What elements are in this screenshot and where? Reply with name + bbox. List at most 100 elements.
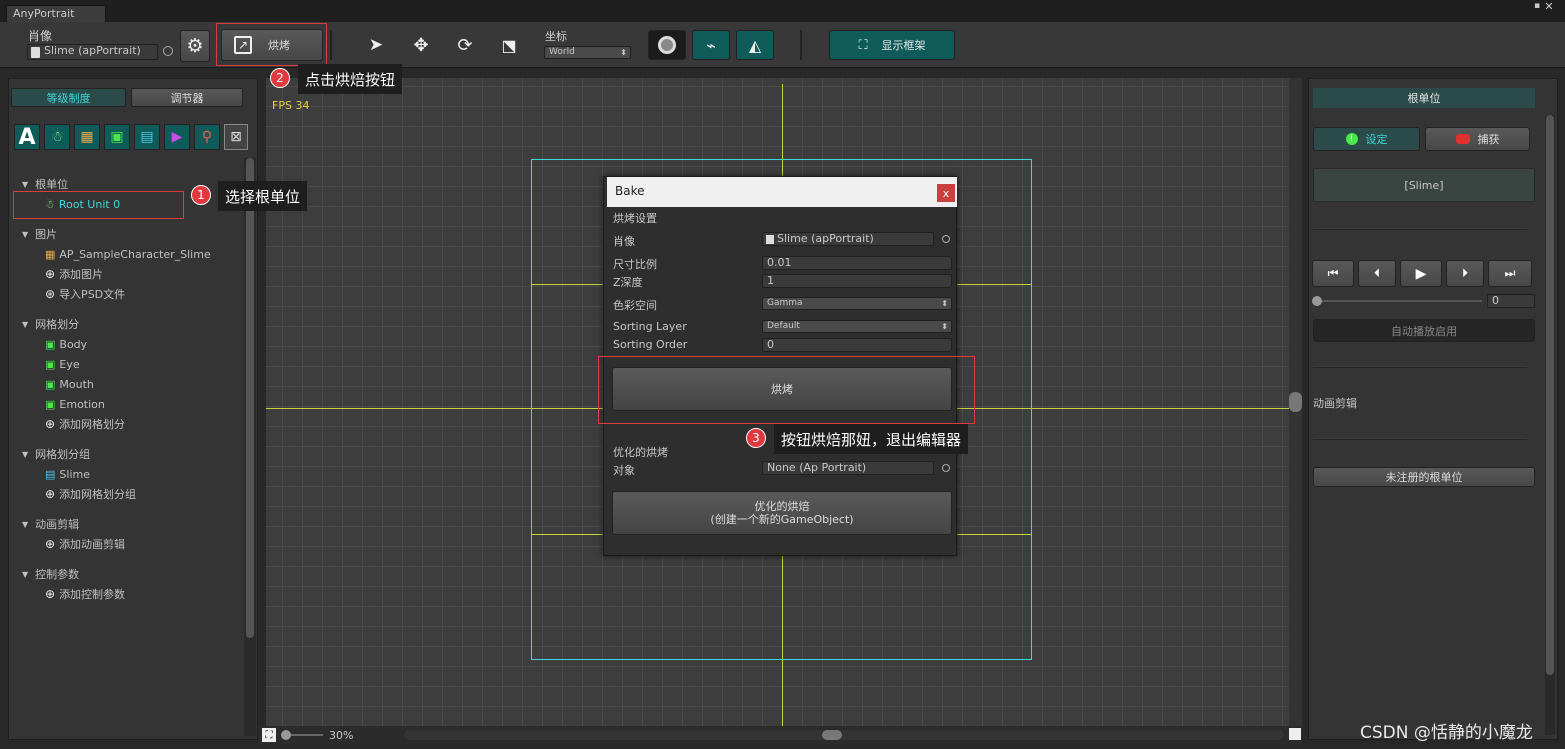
coord-select[interactable]: World ⬍ xyxy=(544,46,631,59)
add-mesh-group-item[interactable]: ⊕ 添加网格划分组 xyxy=(45,485,136,503)
add-image-item[interactable]: ⊕ 添加图片 xyxy=(45,265,103,283)
mesh-group-filter-icon[interactable]: ▤ xyxy=(134,124,160,150)
prev-frame-button[interactable]: ⏴ xyxy=(1358,260,1396,287)
unregistered-root-button[interactable]: 未注册的根单位 xyxy=(1313,467,1535,487)
sorting-order-field[interactable]: 0 xyxy=(762,338,952,352)
tree-item-label: Slime xyxy=(59,467,90,481)
tree-item-label: Eye xyxy=(59,357,80,371)
tree-item-mesh[interactable]: ▣ Emotion xyxy=(45,395,105,413)
add-mesh-item[interactable]: ⊕ 添加网格划分 xyxy=(45,415,125,433)
sorting-layer-select[interactable]: Default ⬍ xyxy=(762,320,952,333)
next-frame-button[interactable]: ⏵ xyxy=(1446,260,1484,287)
tree-header-animations[interactable]: ▼ 动画剪辑 xyxy=(22,515,79,533)
onion-skin-button[interactable] xyxy=(648,30,686,60)
tree-item-image[interactable]: ▦ AP_SampleCharacter_Slime xyxy=(45,245,211,263)
tab-hierarchy-label: 等级制度 xyxy=(46,91,91,105)
corner-icon[interactable] xyxy=(1289,728,1301,740)
add-param-item[interactable]: ⊕ 添加控制参数 xyxy=(45,585,125,603)
text-filter-icon[interactable]: A xyxy=(14,124,40,150)
tab-hierarchy[interactable]: 等级制度 xyxy=(11,88,126,107)
window-tab[interactable]: AnyPortrait xyxy=(6,5,106,22)
target-label: 对象 xyxy=(613,464,635,477)
zoom-slider[interactable] xyxy=(281,730,323,740)
scale-tool-icon[interactable]: ⬔ xyxy=(497,34,521,56)
optimized-bake-button[interactable]: 优化的烘焙 (创建一个新的GameObject) xyxy=(612,491,952,535)
right-scrollbar-thumb[interactable] xyxy=(1546,115,1554,675)
param-filter-icon[interactable]: ⚲ xyxy=(194,124,220,150)
separator xyxy=(1313,228,1527,230)
portrait-field[interactable]: Slime (apPortrait) xyxy=(27,44,158,60)
left-scrollbar[interactable] xyxy=(244,158,256,736)
right-scrollbar[interactable] xyxy=(1545,115,1555,735)
left-scrollbar-thumb[interactable] xyxy=(246,158,254,638)
image-filter-icon[interactable]: ▦ xyxy=(74,124,100,150)
tree-header-label: 动画剪辑 xyxy=(35,518,80,531)
h-scroll-thumb[interactable] xyxy=(822,730,842,740)
viewport-right-scrollbar[interactable] xyxy=(1289,78,1302,726)
document-icon xyxy=(31,47,40,58)
bake-dialog-title: Bake xyxy=(615,184,645,198)
tree-item-mesh[interactable]: ▣ Eye xyxy=(45,355,80,373)
rotate-tool-icon[interactable]: ⟳ xyxy=(453,34,477,56)
capture-button[interactable]: 捕获 xyxy=(1425,127,1530,151)
coord-label: 坐标 xyxy=(545,30,567,43)
tree-item-label: AP_SampleCharacter_Slime xyxy=(59,247,211,261)
callout-text-3: 按钮烘焙那妞，退出编辑器 xyxy=(774,424,969,454)
tree-header-images[interactable]: ▼ 图片 xyxy=(22,225,57,243)
animation-filter-icon[interactable]: ▶ xyxy=(164,124,190,150)
scroll-handle[interactable] xyxy=(1289,392,1302,412)
object-picker-icon[interactable] xyxy=(163,46,173,56)
mesh-filter-icon[interactable]: ▣ xyxy=(104,124,130,150)
record-icon xyxy=(1455,134,1470,144)
import-psd-item[interactable]: ⊛ 导入PSD文件 xyxy=(45,285,125,303)
object-picker-icon[interactable] xyxy=(942,235,950,243)
move-tool-icon[interactable]: ✥ xyxy=(409,34,433,56)
bone-view-button[interactable]: ⌁ xyxy=(692,30,730,60)
autoplay-button[interactable]: 自动播放启用 xyxy=(1313,319,1535,342)
z-depth-field[interactable]: 1 xyxy=(762,274,952,288)
timeline-frame-field[interactable]: 0 xyxy=(1487,294,1535,308)
tree-item-mesh-group[interactable]: ▤ Slime xyxy=(45,465,90,483)
horizontal-scrollbar[interactable] xyxy=(404,730,1284,740)
set-button[interactable]: ! 设定 xyxy=(1313,127,1420,151)
info-icon: ! xyxy=(1345,133,1358,145)
bake-portrait-field[interactable]: Slime (apPortrait) xyxy=(762,232,934,246)
zoom-slider-knob[interactable] xyxy=(281,730,291,740)
autoplay-button-label: 自动播放启用 xyxy=(1391,324,1457,338)
tree-header-params[interactable]: ▼ 控制参数 xyxy=(22,565,79,583)
tree-header-meshes[interactable]: ▼ 网格划分 xyxy=(22,315,79,333)
callout-number-2: 2 xyxy=(270,68,290,88)
tree-item-label: Body xyxy=(59,337,88,351)
mesh-view-button[interactable]: ◭ xyxy=(736,30,774,60)
timeline-slider[interactable] xyxy=(1312,296,1482,306)
fit-view-icon[interactable]: ⛶ xyxy=(262,728,276,742)
target-field[interactable]: None (Ap Portrait) xyxy=(762,461,934,475)
collapse-filter-icon[interactable]: ⊠ xyxy=(224,124,248,150)
show-frame-button[interactable]: ⛶ 显示框架 xyxy=(829,30,955,60)
tree-item-mesh[interactable]: ▣ Mouth xyxy=(45,375,94,393)
play-button[interactable]: ▶ xyxy=(1400,260,1442,287)
settings-button[interactable]: ⚙ xyxy=(180,30,210,62)
tab-controller[interactable]: 调节器 xyxy=(131,88,243,107)
first-frame-button[interactable]: ⏮ xyxy=(1312,260,1354,287)
color-space-select[interactable]: Gamma ⬍ xyxy=(762,297,952,310)
object-picker-icon[interactable] xyxy=(942,464,950,472)
bake-dialog-close-button[interactable]: x xyxy=(937,184,955,202)
slime-label: [Slime] xyxy=(1404,178,1444,192)
scale-field[interactable]: 0.01 xyxy=(762,256,952,270)
close-window-icon[interactable]: ✕ xyxy=(1542,0,1556,13)
optimized-bake-line1: 优化的烘焙 xyxy=(754,500,810,513)
callout-text-1: 选择根单位 xyxy=(218,181,308,211)
sorting-order-label: Sorting Order xyxy=(613,338,688,351)
callout-number-3: 3 xyxy=(746,428,766,448)
tree-item-mesh[interactable]: ▣ Body xyxy=(45,335,87,353)
last-frame-button[interactable]: ⏭ xyxy=(1488,260,1532,287)
select-tool-icon[interactable]: ➤ xyxy=(364,34,388,56)
timeline-slider-knob[interactable] xyxy=(1312,296,1322,306)
tree-header-mesh-groups[interactable]: ▼ 网格划分组 xyxy=(22,445,90,463)
add-animation-item[interactable]: ⊕ 添加动画剪辑 xyxy=(45,535,125,553)
dropdown-arrow-icon: ⬍ xyxy=(941,322,948,331)
root-unit-filter-icon[interactable]: ☃ xyxy=(44,124,70,150)
unregistered-root-label: 未注册的根单位 xyxy=(1385,471,1463,484)
dropdown-arrow-icon: ⬍ xyxy=(941,299,948,308)
